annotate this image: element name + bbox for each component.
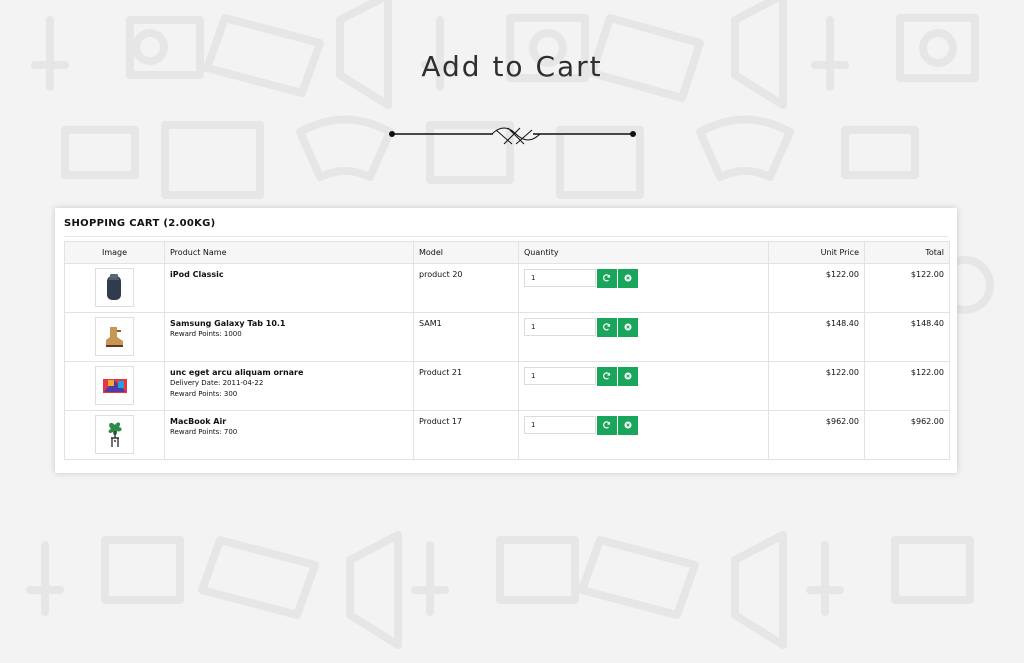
total-column-header: Total [864,241,950,264]
product-name-link[interactable]: Samsung Galaxy Tab 10.1 [170,319,408,329]
cart-table-header-row: Image Product Name Model Quantity Unit P… [64,241,950,264]
cart-heading: SHOPPING CART (2.00KG) [64,218,216,229]
cart-item-image-cell [64,410,165,460]
refresh-icon [603,274,611,282]
remove-item-button[interactable] [618,268,638,288]
product-thumbnail-link[interactable] [95,366,134,405]
quantity-controls [524,415,763,435]
cart-item-image-cell [64,312,165,362]
quantity-input[interactable] [524,269,596,287]
cart-item-total: $122.00 [864,263,950,313]
quantity-input[interactable] [524,367,596,385]
cart-table-body: iPod Classic product 20 1 $122.00 $122.0… [64,263,950,460]
product-name-link[interactable]: iPod Classic [170,270,408,280]
cart-item-total: $962.00 [864,410,950,460]
cart-item-model: Product 17 [413,410,519,460]
cart-item-image-cell [64,361,165,411]
product-thumbnail-link[interactable] [95,317,134,356]
quantity-controls [524,317,763,337]
cart-item-row-unc-eget-arcu: unc eget arcu aliquam ornare Delivery Da… [64,361,950,411]
close-circle-icon [624,274,632,282]
cart-item-total: $122.00 [864,361,950,411]
cart-item-model: Product 21 [413,361,519,411]
boot-thumbnail-icon [105,326,123,347]
update-quantity-button[interactable] [597,317,617,337]
cart-item-row-ipod-classic: iPod Classic product 20 1 $122.00 $122.0… [64,263,950,313]
product-thumbnail-link[interactable] [95,268,134,307]
shopping-cart-panel: SHOPPING CART (2.00KG) Image Product Nam… [55,208,957,473]
cart-table-header: Image Product Name Model Quantity Unit P… [64,241,950,264]
cart-item-product-cell: Samsung Galaxy Tab 10.1 Reward Points: 1… [164,312,414,362]
cart-item-image-cell [64,263,165,313]
cart-item-quantity-cell [518,312,769,362]
cart-item-product-cell: MacBook Air Reward Points: 700 [164,410,414,460]
speaker-thumbnail-icon [106,273,121,300]
close-circle-icon [624,372,632,380]
cart-item-unit-price: $122.00 [768,263,865,313]
product-thumbnail-link[interactable] [95,415,134,454]
cart-item-row-macbook-air: MacBook Air Reward Points: 700 Product 1… [64,410,950,460]
product-name-link[interactable]: unc eget arcu aliquam ornare [170,368,408,378]
delivery-date: Delivery Date: 2011-04-22 [170,379,264,387]
cart-item-row-samsung-galaxy-tab: Samsung Galaxy Tab 10.1 Reward Points: 1… [64,312,950,362]
close-circle-icon [624,323,632,331]
cart-item-model: SAM1 [413,312,519,362]
remove-item-button[interactable] [618,366,638,386]
add-to-cart-page: Add to Cart SHOPPING CART (2.00KG) Image… [0,0,1024,663]
model-column-header: Model [413,241,519,264]
reward-points: Reward Points: 700 [170,428,238,436]
product-name-column-header: Product Name [164,241,414,264]
cart-item-quantity-cell [518,410,769,460]
product-name-link[interactable]: MacBook Air [170,417,408,427]
close-circle-icon [624,421,632,429]
cart-item-product-cell: unc eget arcu aliquam ornare Delivery Da… [164,361,414,411]
plant-stand-thumbnail-icon [108,421,122,447]
cart-item-unit-price: $148.40 [768,312,865,362]
update-quantity-button[interactable] [597,366,617,386]
reward-points: Reward Points: 300 [170,390,238,398]
quantity-input[interactable] [524,416,596,434]
quantity-controls [524,366,763,386]
reward-points: Reward Points: 1000 [170,330,242,338]
cart-item-quantity-cell [518,361,769,411]
quantity-input[interactable] [524,318,596,336]
cart-item-total: $148.40 [864,312,950,362]
update-quantity-button[interactable] [597,268,617,288]
cart-table: Image Product Name Model Quantity Unit P… [64,241,950,460]
unit-price-column-header: Unit Price [768,241,865,264]
colorful-box-thumbnail-icon [102,378,127,393]
cart-item-quantity-cell [518,263,769,313]
refresh-icon [603,323,611,331]
refresh-icon [603,421,611,429]
cart-item-model: product 20 [413,263,519,313]
quantity-controls [524,268,763,288]
cart-title-divider [64,236,948,237]
update-quantity-button[interactable] [597,415,617,435]
remove-item-button[interactable] [618,317,638,337]
cart-weight: (2.00KG) [163,218,216,229]
quantity-column-header: Quantity [518,241,769,264]
page-title: Add to Cart [421,50,603,83]
cart-item-product-cell: iPod Classic [164,263,414,313]
cart-item-unit-price: $122.00 [768,361,865,411]
remove-item-button[interactable] [618,415,638,435]
ornamental-divider-icon [389,127,636,145]
image-column-header: Image [64,241,165,264]
cart-title: SHOPPING CART [64,218,160,229]
refresh-icon [603,372,611,380]
cart-item-unit-price: $962.00 [768,410,865,460]
